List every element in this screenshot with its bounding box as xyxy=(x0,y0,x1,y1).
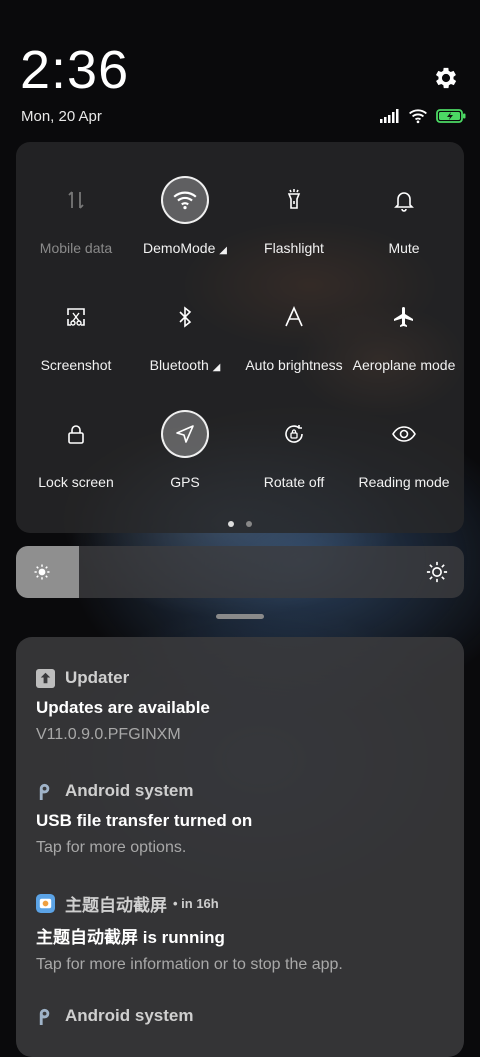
rotate-lock-icon xyxy=(270,410,318,458)
tile-label: Screenshot xyxy=(40,357,112,373)
wifi-status-icon xyxy=(408,108,428,129)
brightness-high-icon xyxy=(426,561,448,588)
notification-app-name: Android system xyxy=(65,781,194,800)
signal-icon xyxy=(380,108,400,128)
tile-reading-mode[interactable]: Reading mode xyxy=(348,400,460,512)
battery-charging-icon xyxy=(436,108,466,128)
auto-brightness-icon xyxy=(270,293,318,341)
gps-icon xyxy=(161,410,209,458)
tile-screenshot[interactable]: Screenshot xyxy=(20,283,132,395)
tile-aeroplane-mode[interactable]: Aeroplane mode xyxy=(348,283,460,395)
tile-label: Mute xyxy=(388,240,420,256)
notification-app-name: Updater xyxy=(65,668,130,687)
tile-label: Reading mode xyxy=(358,474,450,490)
tile-mute[interactable]: Mute xyxy=(348,166,460,278)
screenshot-icon xyxy=(52,293,100,341)
eye-icon xyxy=(380,410,428,458)
notification-theme-app[interactable]: 主题自动截屏 • in 16h 主题自动截屏 is running Tap fo… xyxy=(36,892,456,974)
expand-corner-icon: ◢ xyxy=(219,245,227,256)
notification-title: USB file transfer turned on xyxy=(36,811,253,830)
tile-label: DemoMode xyxy=(143,240,216,256)
mobile-data-icon xyxy=(52,176,100,224)
android-system-icon xyxy=(36,1007,55,1026)
page-indicator xyxy=(228,521,252,527)
tile-label-bluetooth: Bluetooth ◢ xyxy=(129,357,241,373)
tile-label: Flashlight xyxy=(264,240,324,256)
tile-mobile-data[interactable]: Mobile data xyxy=(20,166,132,278)
tile-label: Mobile data xyxy=(39,240,113,256)
aeroplane-icon xyxy=(380,293,428,341)
wifi-icon xyxy=(161,176,209,224)
tile-demomode[interactable]: DemoMode ◢ xyxy=(129,166,241,278)
tile-rotate-off[interactable]: Rotate off xyxy=(238,400,350,512)
notification-android-system[interactable]: Android system xyxy=(36,1005,456,1027)
tile-bluetooth[interactable]: Bluetooth ◢ xyxy=(129,283,241,395)
notification-title: 主题自动截屏 is running xyxy=(36,928,225,947)
brightness-low-icon xyxy=(33,563,51,586)
brightness-slider[interactable] xyxy=(16,546,464,598)
drag-handle[interactable] xyxy=(216,614,264,619)
notification-app-name: Android system xyxy=(65,1006,194,1025)
notification-updater[interactable]: Updater Updates are available V11.0.9.0.… xyxy=(36,667,456,744)
notification-text: V11.0.9.0.PFGINXM xyxy=(36,726,181,743)
tile-label: Bluetooth xyxy=(149,357,209,373)
notification-text: Tap for more options. xyxy=(36,839,187,856)
tile-label: Rotate off xyxy=(263,474,325,490)
bluetooth-icon xyxy=(161,293,209,341)
lock-icon xyxy=(52,410,100,458)
notification-panel: Updater Updates are available V11.0.9.0.… xyxy=(16,637,464,1057)
tile-lock-screen[interactable]: Lock screen xyxy=(20,400,132,512)
settings-gear-icon[interactable] xyxy=(432,64,460,92)
tile-auto-brightness[interactable]: Auto brightness xyxy=(238,283,350,395)
date[interactable]: Mon, 20 Apr xyxy=(21,108,102,125)
tile-label: Lock screen xyxy=(38,474,114,490)
tile-gps[interactable]: GPS xyxy=(129,400,241,512)
tile-label-demomode: DemoMode ◢ xyxy=(129,240,241,256)
status-header: 2:36 Mon, 20 Apr xyxy=(0,0,480,140)
notification-time: • in 16h xyxy=(173,895,219,911)
notification-title: Updates are available xyxy=(36,698,210,717)
notification-usb[interactable]: Android system USB file transfer turned … xyxy=(36,780,456,857)
tile-label: Aeroplane mode xyxy=(352,357,456,373)
flashlight-icon xyxy=(270,176,318,224)
expand-corner-icon: ◢ xyxy=(212,362,221,373)
updater-icon xyxy=(36,668,55,688)
clock[interactable]: 2:36 xyxy=(20,40,129,100)
page-dot-2[interactable] xyxy=(246,521,252,527)
tile-label: Auto brightness xyxy=(245,357,343,373)
page-dot-1[interactable] xyxy=(228,521,234,527)
quick-settings-panel: Mobile data DemoMode ◢ Flashlight Mute S… xyxy=(16,142,464,533)
bell-icon xyxy=(380,176,428,224)
tile-label: GPS xyxy=(170,474,200,490)
theme-app-icon xyxy=(36,893,55,913)
android-system-icon xyxy=(36,782,55,801)
tile-flashlight[interactable]: Flashlight xyxy=(238,166,350,278)
notification-app-name: 主题自动截屏 xyxy=(65,895,167,915)
notification-text: Tap for more information or to stop the … xyxy=(36,956,343,973)
